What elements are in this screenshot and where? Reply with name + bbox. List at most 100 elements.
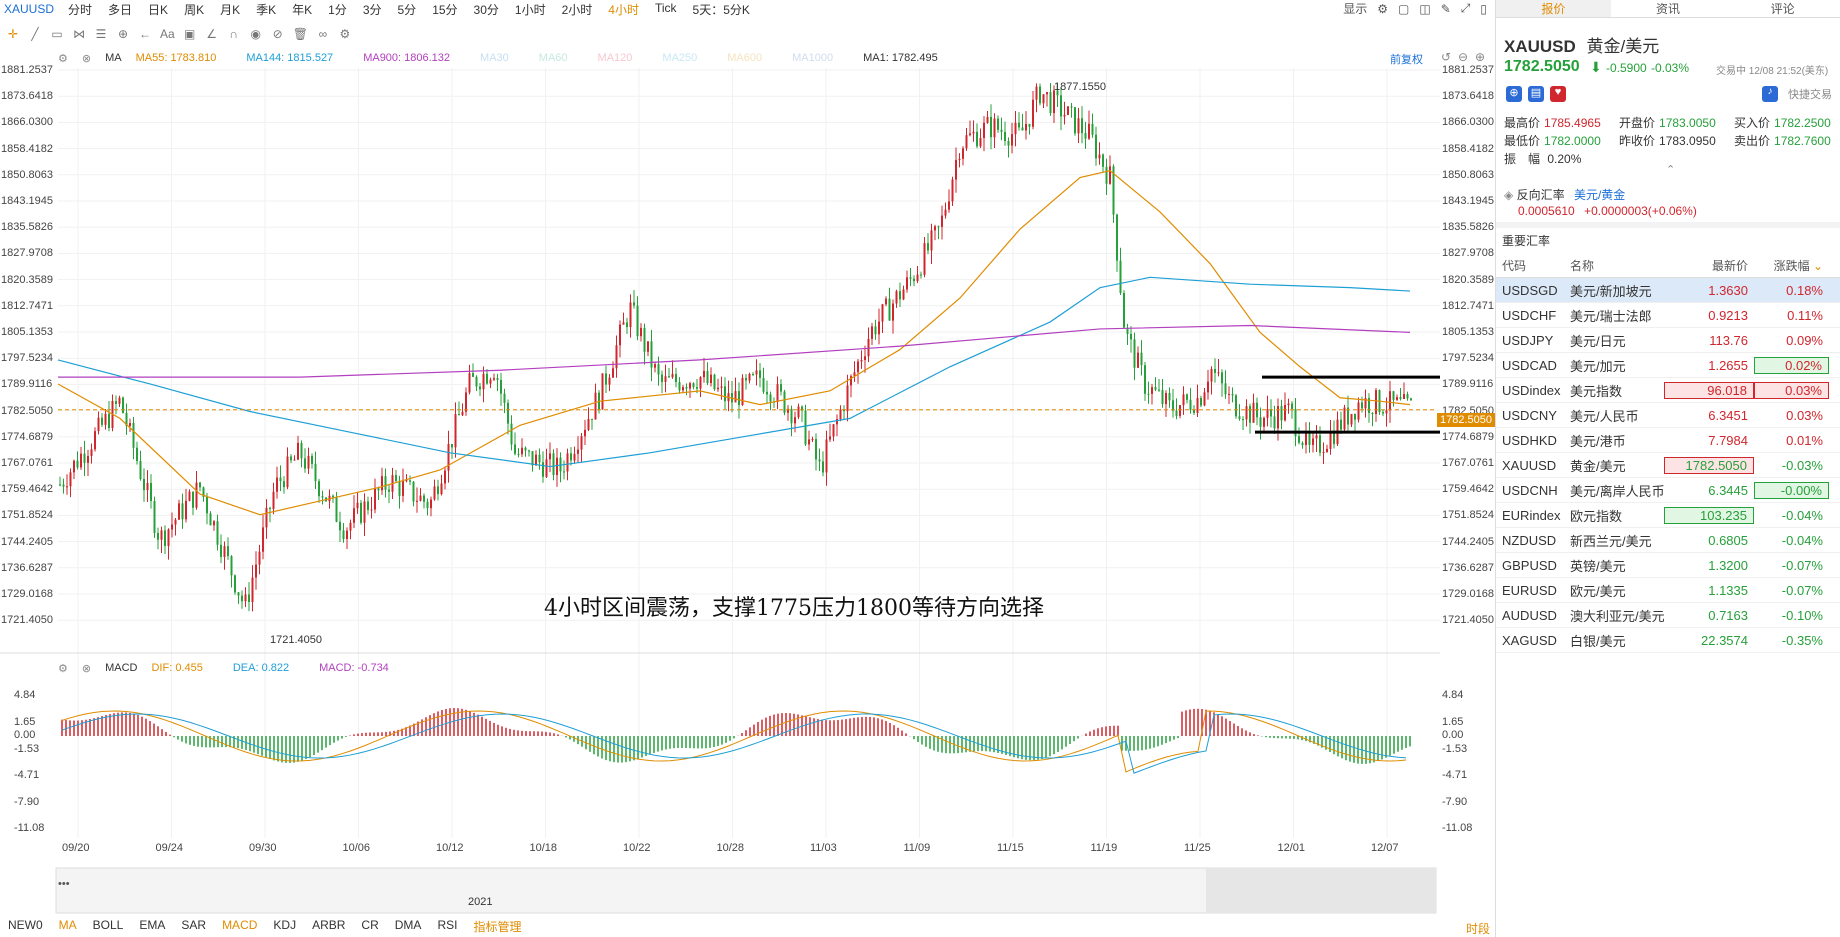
gear-icon[interactable]: ⚙	[1377, 2, 1388, 16]
panel-tab-1[interactable]: 资讯	[1611, 0, 1726, 17]
note-icon[interactable]: ▤	[1528, 86, 1544, 102]
hide-icon[interactable]: ⊘	[271, 27, 285, 41]
comment-tool-icon[interactable]: ▣	[183, 27, 197, 41]
indicator-tab-2[interactable]: BOLL	[85, 918, 132, 936]
row-price: 96.018	[1664, 381, 1754, 399]
indicator-tab-7[interactable]: ARBR	[304, 918, 353, 936]
timeframe-4[interactable]: 月K	[212, 1, 248, 18]
timeframe-7[interactable]: 1分	[320, 1, 355, 18]
candle-body	[171, 524, 173, 530]
timeframe-15[interactable]: Tick	[647, 1, 685, 18]
table-row[interactable]: EURindex 欧元指数 103.235 -0.04%	[1496, 503, 1840, 528]
timeframe-1[interactable]: 多日	[100, 1, 140, 18]
gear-icon[interactable]: ⚙	[58, 662, 68, 675]
crosshair-icon[interactable]: ✛	[6, 27, 20, 41]
timeframe-5[interactable]: 季K	[248, 1, 284, 18]
globe-icon[interactable]: ⊕	[1506, 86, 1522, 102]
timeframe-12[interactable]: 1小时	[507, 1, 554, 18]
table-row[interactable]: GBPUSD 英镑/美元 1.3200 -0.07%	[1496, 553, 1840, 578]
timeframe-9[interactable]: 5分	[390, 1, 425, 18]
indicator-tab-4[interactable]: SAR	[173, 918, 214, 936]
chart-area[interactable]: ⚙ ⊗ MA MA55: 1783.810 MA144: 1815.527 MA90…	[0, 48, 1495, 928]
measure-tool-icon[interactable]: ⊕	[116, 27, 130, 41]
table-row[interactable]: NZDUSD 新西兰元/美元 0.6805 -0.04%	[1496, 528, 1840, 553]
ruler-icon[interactable]: ∠	[205, 27, 219, 41]
timeframe-14[interactable]: 4小时	[600, 1, 647, 18]
timeframe-10[interactable]: 15分	[424, 1, 465, 18]
table-row[interactable]: EURUSD 欧元/美元 1.1335 -0.07%	[1496, 578, 1840, 603]
header-code[interactable]: 代码	[1496, 257, 1564, 274]
candle-body	[769, 394, 772, 402]
candle-body	[1091, 123, 1094, 135]
navigator-window[interactable]	[1206, 868, 1436, 913]
timeframe-13[interactable]: 2小时	[554, 1, 601, 18]
navigator-menu-icon[interactable]: •••	[58, 878, 70, 890]
header-price[interactable]: 最新价	[1664, 257, 1754, 274]
indicator-tab-6[interactable]: KDJ	[265, 918, 304, 936]
bell-icon[interactable]: ♪	[1762, 86, 1778, 102]
trash-icon[interactable]: 🗑	[293, 27, 308, 41]
timeframe-8[interactable]: 3分	[355, 1, 390, 18]
table-row[interactable]: USDCNH 美元/离岸人民币 6.3445 -0.00%	[1496, 478, 1840, 503]
indicator-tab-9[interactable]: DMA	[387, 918, 430, 936]
display-menu[interactable]: 显示	[1343, 0, 1367, 17]
magnet-icon[interactable]: ∩	[227, 27, 241, 41]
indicator-tab-10[interactable]: RSI	[429, 918, 465, 936]
table-row[interactable]: USDSGD 美元/新加坡元 1.3630 0.18%	[1496, 278, 1840, 303]
quick-trade-button[interactable]: 快捷交易	[1788, 86, 1832, 102]
timeframe-6[interactable]: 年K	[284, 1, 320, 18]
reverse-pair[interactable]: 美元/黄金	[1574, 188, 1625, 202]
price-tick: 1751.8524	[1442, 509, 1494, 522]
macd-item-2[interactable]: MACD: -0.734	[319, 662, 389, 674]
macd-title[interactable]: MACD	[105, 662, 137, 674]
candle-body	[1168, 392, 1171, 401]
pen-icon[interactable]: ✎	[1441, 2, 1451, 16]
table-row[interactable]: XAGUSD 白银/美元 22.3574 -0.35%	[1496, 628, 1840, 653]
fullscreen-icon[interactable]: ⤢	[1461, 1, 1471, 16]
text-tool[interactable]: Aa	[160, 27, 175, 41]
timeframe-0[interactable]: 分时	[60, 1, 100, 18]
table-row[interactable]: AUDUSD 澳大利亚元/美元 0.7163 -0.10%	[1496, 603, 1840, 628]
indicator-tab-1[interactable]: MA	[51, 918, 85, 936]
eye-icon[interactable]: ◉	[249, 27, 263, 41]
layout-icon[interactable]: ▢	[1398, 2, 1409, 16]
timeframe-16[interactable]: 5天：5分K	[685, 1, 758, 18]
indicator-tab-0[interactable]: NEW0	[0, 918, 51, 936]
timeframe-3[interactable]: 周K	[176, 1, 212, 18]
camera-icon[interactable]: ◫	[1419, 2, 1430, 16]
timeframe-11[interactable]: 30分	[466, 1, 507, 18]
macd-item-1[interactable]: DEA: 0.822	[233, 662, 289, 674]
indicator-tab-3[interactable]: EMA	[131, 918, 173, 936]
pattern-tool-icon[interactable]: ⋈	[72, 27, 86, 41]
indicator-tab-8[interactable]: CR	[353, 918, 386, 936]
timeframe-2[interactable]: 日K	[140, 1, 176, 18]
price-tick-left: 1835.5826	[1, 221, 53, 234]
table-row[interactable]: USDindex 美元指数 96.018 0.03%	[1496, 378, 1840, 403]
shape-tool-icon[interactable]: ▭	[50, 27, 64, 41]
macd-item-0[interactable]: DIF: 0.455	[151, 662, 202, 674]
table-row[interactable]: XAUUSD 黄金/美元 1782.5050 -0.03%	[1496, 453, 1840, 478]
session-tab[interactable]: 时段	[1466, 920, 1490, 937]
line-tool-icon[interactable]: ╱	[28, 27, 42, 41]
sidebar-toggle-icon[interactable]: ▯	[1480, 2, 1487, 16]
fib-tool-icon[interactable]: ☰	[94, 27, 108, 41]
arrow-tool-icon[interactable]: ←	[138, 27, 152, 41]
panel-tab-2[interactable]: 评论	[1725, 0, 1840, 17]
candlestick-chart[interactable]	[0, 48, 1495, 918]
settings-icon[interactable]: ⚙	[338, 27, 352, 41]
collapse-icon[interactable]: ⌃	[1666, 163, 1675, 176]
table-row[interactable]: USDCHF 美元/瑞士法郎 0.9213 0.11%	[1496, 303, 1840, 328]
close-icon[interactable]: ⊗	[82, 662, 91, 675]
link-icon[interactable]: ∞	[316, 27, 330, 41]
favorite-icon[interactable]: ♥	[1550, 86, 1566, 102]
indicator-tab-5[interactable]: MACD	[214, 918, 265, 936]
indicator-tab-11[interactable]: 指标管理	[465, 918, 529, 936]
panel-tab-0[interactable]: 报价	[1496, 0, 1611, 17]
table-row[interactable]: USDJPY 美元/日元 113.76 0.09%	[1496, 328, 1840, 353]
table-row[interactable]: USDCAD 美元/加元 1.2655 0.02%	[1496, 353, 1840, 378]
table-row[interactable]: USDHKD 美元/港币 7.7984 0.01%	[1496, 428, 1840, 453]
header-name[interactable]: 名称	[1564, 257, 1664, 274]
symbol-selector[interactable]: XAUUSD	[0, 2, 60, 16]
table-row[interactable]: USDCNY 美元/人民币 6.3451 0.03%	[1496, 403, 1840, 428]
header-change[interactable]: 涨跌幅 ⌄	[1754, 257, 1829, 274]
